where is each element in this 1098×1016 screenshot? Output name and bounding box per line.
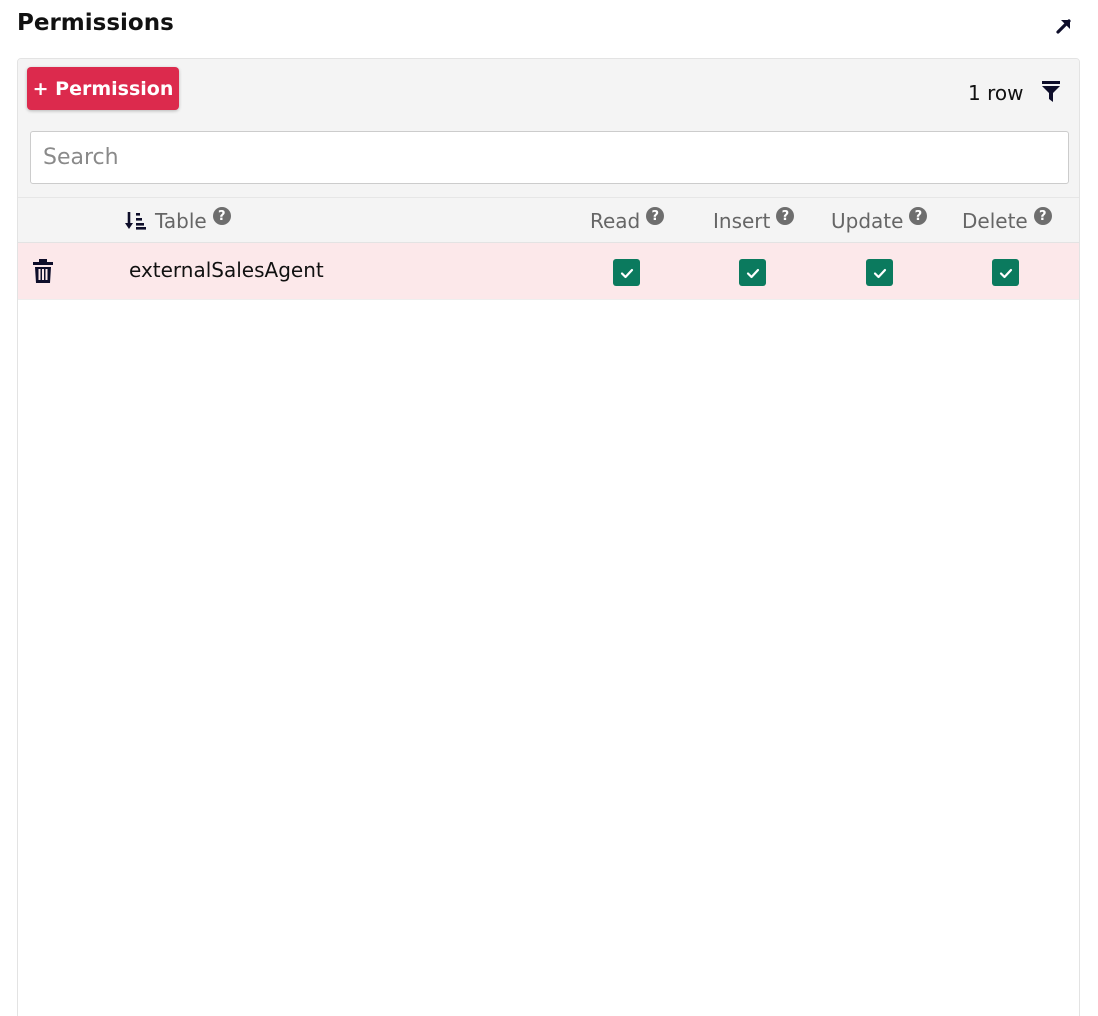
column-label-delete: Delete bbox=[962, 209, 1028, 233]
arrow-up-right-icon bbox=[1056, 19, 1071, 34]
checkmark-icon bbox=[620, 268, 633, 278]
question-circle-icon[interactable]: ? bbox=[212, 207, 231, 225]
sort-ascending-icon bbox=[125, 212, 146, 230]
checkmark-icon bbox=[746, 268, 759, 278]
sort-icon[interactable] bbox=[123, 209, 147, 233]
permissions-panel: + Permission 1 row Search Table ? Read ?… bbox=[17, 58, 1080, 1016]
trash-icon bbox=[33, 259, 53, 283]
checkmark-icon bbox=[999, 268, 1012, 278]
read-checkbox[interactable] bbox=[613, 259, 640, 286]
question-circle-icon[interactable]: ? bbox=[909, 207, 928, 225]
filter-button[interactable] bbox=[1038, 79, 1064, 105]
table-name-cell: externalSalesAgent bbox=[129, 258, 324, 282]
column-label-insert: Insert bbox=[713, 209, 771, 233]
column-header-update: Update ? bbox=[831, 206, 928, 236]
column-header-table[interactable]: Table ? bbox=[123, 206, 231, 236]
search-input[interactable] bbox=[30, 131, 1069, 184]
column-header-delete: Delete ? bbox=[962, 206, 1052, 236]
table-row[interactable]: externalSalesAgent bbox=[18, 243, 1079, 300]
question-circle-icon[interactable]: ? bbox=[1033, 207, 1052, 225]
add-permission-button[interactable]: + Permission bbox=[27, 67, 179, 110]
column-label-update: Update bbox=[831, 209, 904, 233]
column-label-read: Read bbox=[590, 209, 641, 233]
checkmark-icon bbox=[873, 268, 886, 278]
column-header-read: Read ? bbox=[590, 206, 665, 236]
question-circle-icon[interactable]: ? bbox=[646, 207, 665, 225]
row-count: 1 row bbox=[968, 81, 1024, 105]
toolbar: + Permission 1 row bbox=[18, 59, 1079, 120]
update-checkbox[interactable] bbox=[866, 259, 893, 286]
page-title: Permissions bbox=[17, 10, 174, 36]
expand-button[interactable] bbox=[1050, 12, 1078, 40]
filter-icon bbox=[1042, 81, 1060, 102]
delete-checkbox[interactable] bbox=[992, 259, 1019, 286]
insert-checkbox[interactable] bbox=[739, 259, 766, 286]
column-header-insert: Insert ? bbox=[713, 206, 795, 236]
search-bar bbox=[18, 119, 1079, 197]
permissions-page: Permissions + Permission 1 row Search Ta… bbox=[0, 0, 1098, 1016]
column-label-table: Table bbox=[155, 209, 207, 233]
table-header: Table ? Read ? Insert ? Update ? Delete … bbox=[18, 197, 1079, 243]
question-circle-icon[interactable]: ? bbox=[776, 207, 795, 225]
delete-row-button[interactable] bbox=[32, 259, 54, 283]
